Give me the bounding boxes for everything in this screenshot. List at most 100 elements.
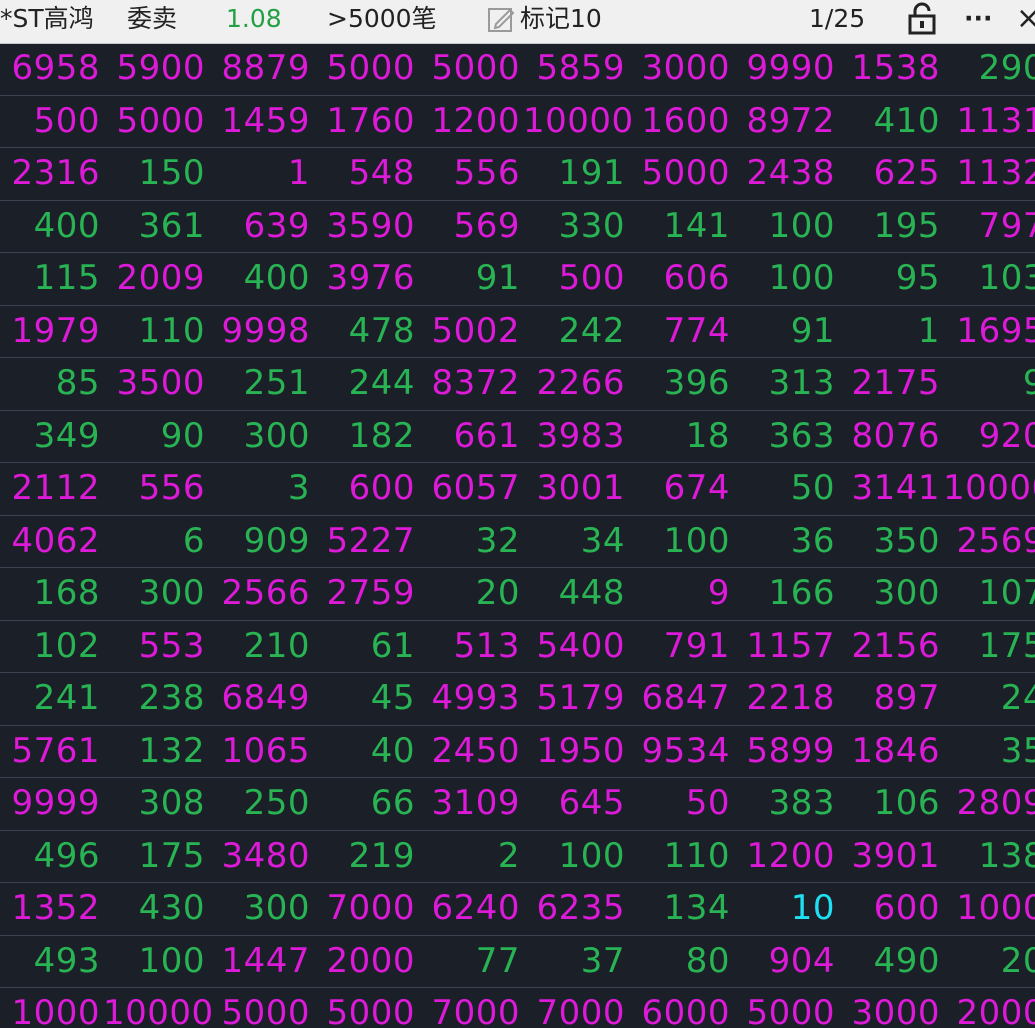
table-cell: 100: [663, 520, 730, 561]
table-cell: 6847: [641, 678, 730, 718]
table-cell: 3983: [536, 415, 625, 456]
table-cell: 3976: [326, 258, 415, 298]
table-cell: 1132: [956, 153, 1035, 193]
table-cell: 6057: [431, 468, 520, 508]
edit-icon[interactable]: [486, 0, 516, 38]
table-cell: 2566: [221, 573, 310, 613]
lock-icon[interactable]: [906, 0, 938, 38]
table-cell: 103: [978, 258, 1035, 298]
table-cell: 349: [33, 415, 100, 456]
table-cell: 300: [873, 573, 940, 613]
table-cell: 134: [663, 888, 730, 928]
table-cell: 600: [348, 468, 415, 508]
table-cell: 5900: [116, 48, 205, 88]
table-cell: 2438: [746, 153, 835, 193]
table-cell: 1157: [746, 625, 835, 666]
table-cell: 1950: [536, 730, 625, 771]
table-cell: 493: [33, 940, 100, 981]
table-cell: 2009: [116, 258, 205, 298]
table-cell: 9534: [641, 730, 730, 771]
table-cell: 5227: [326, 520, 415, 561]
table-cell: 150: [138, 153, 205, 193]
table-row: 4062 6 909 5227 32 34 100 36 350 2569: [0, 516, 1035, 568]
table-cell: 8972: [746, 100, 835, 141]
table-cell: 100: [138, 940, 205, 981]
table-cell: 85: [55, 363, 100, 403]
table-cell: 396: [663, 363, 730, 403]
table-cell: 168: [33, 573, 100, 613]
table-cell: 10: [790, 888, 835, 928]
table-cell: 110: [663, 835, 730, 876]
table-cell: 219: [348, 835, 415, 876]
table-cell: 5179: [536, 678, 625, 718]
table-row: 1352 430 300 7000 6240 6235 134 10 600 1000: [0, 883, 1035, 936]
table-cell: 5000: [746, 993, 835, 1028]
table-cell: 330: [558, 205, 625, 246]
table-cell: 4062: [11, 520, 100, 561]
table-cell: 2175: [851, 363, 940, 403]
table-cell: 313: [768, 363, 835, 403]
table-cell: 600: [873, 888, 940, 928]
table-cell: 478: [348, 310, 415, 351]
table-cell: 6000: [641, 993, 730, 1028]
table-cell: 3: [287, 468, 310, 508]
table-cell: 6240: [431, 888, 520, 928]
table-cell: 556: [453, 153, 520, 193]
table-cell: 797: [978, 205, 1035, 246]
table-cell: 175: [138, 835, 205, 876]
table-cell: 4993: [431, 678, 520, 718]
table-cell: 5000: [641, 153, 730, 193]
more-icon[interactable]: ···: [964, 0, 993, 38]
table-cell: 90: [160, 415, 205, 456]
close-icon[interactable]: ×: [1016, 0, 1035, 38]
table-cell: 102: [33, 625, 100, 666]
table-cell: 5002: [431, 310, 520, 351]
page-indicator: 1/25: [809, 4, 866, 33]
table-cell: 100: [558, 835, 625, 876]
table-cell: 920: [978, 415, 1035, 456]
table-cell: 490: [873, 940, 940, 981]
stock-name[interactable]: *ST高鸿: [0, 0, 94, 38]
table-cell: 141: [663, 205, 730, 246]
table-cell: 500: [33, 100, 100, 141]
table-row: 493 100 1447 2000 77 37 80 904 490 20: [0, 936, 1035, 988]
table-cell: 9: [707, 573, 730, 613]
table-row: 241 238 6849 45 4993 5179 6847 2218 897 24: [0, 673, 1035, 726]
table-row: 9999 308 250 66 3109 645 50 383 106 2809: [0, 778, 1035, 831]
table-cell: 2316: [11, 153, 100, 193]
filter-label[interactable]: >5000笔: [327, 0, 437, 38]
table-cell: 606: [663, 258, 730, 298]
table-cell: 20: [475, 573, 520, 613]
table-cell: 1: [917, 310, 940, 351]
table-cell: 34: [580, 520, 625, 561]
table-cell: 3901: [851, 835, 940, 876]
table-cell: 1979: [11, 310, 100, 351]
table-cell: 242: [558, 310, 625, 351]
table-cell: 250: [243, 783, 310, 823]
table-cell: 290: [978, 48, 1035, 88]
table-row: 400 361 639 3590 569 330 141 100 195 797: [0, 201, 1035, 253]
table-cell: 661: [453, 415, 520, 456]
table-cell: 32: [475, 520, 520, 561]
table-cell: 1000: [11, 993, 100, 1028]
table-cell: 7000: [536, 993, 625, 1028]
table-cell: 10000: [103, 993, 214, 1028]
price-value: 1.08: [226, 4, 282, 33]
table-row: 102 553 210 61 513 5400 791 1157 2156 175: [0, 621, 1035, 673]
table-cell: 5000: [431, 48, 520, 88]
table-cell: 91: [790, 310, 835, 351]
table-cell: 2218: [746, 678, 835, 718]
table-row: 1979 110 9998 478 5002 242 774 91 1 1695: [0, 306, 1035, 358]
table-cell: 7000: [431, 993, 520, 1028]
mark-label[interactable]: 标记10: [520, 0, 602, 38]
table-row: 1000 10000 5000 5000 7000 7000 6000 5000 3000 200…: [0, 988, 1035, 1028]
table-cell: 400: [33, 205, 100, 246]
table-cell: 1352: [11, 888, 100, 928]
table-cell: 548: [348, 153, 415, 193]
table-cell: 3590: [326, 205, 415, 246]
table-cell: 496: [33, 835, 100, 876]
table-cell: 10000: [523, 100, 634, 141]
table-cell: 5859: [536, 48, 625, 88]
table-cell: 37: [580, 940, 625, 981]
table-cell: 9999: [11, 783, 100, 823]
